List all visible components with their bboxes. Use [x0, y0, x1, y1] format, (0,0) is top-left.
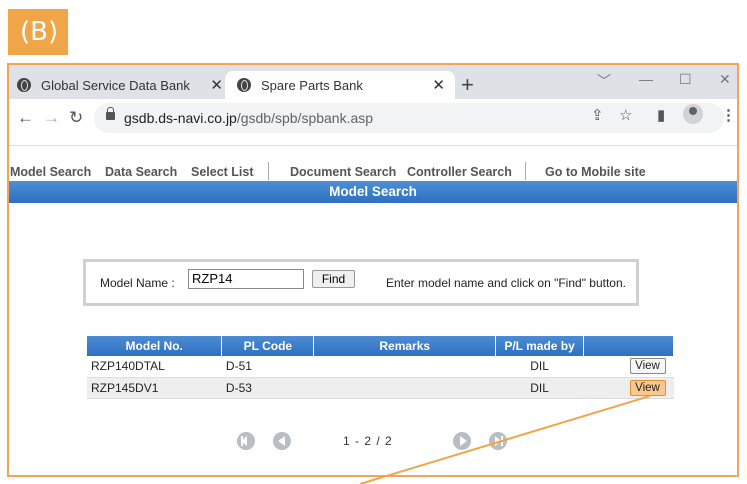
callout-arrow	[359, 395, 651, 484]
callout-line	[359, 395, 651, 484]
